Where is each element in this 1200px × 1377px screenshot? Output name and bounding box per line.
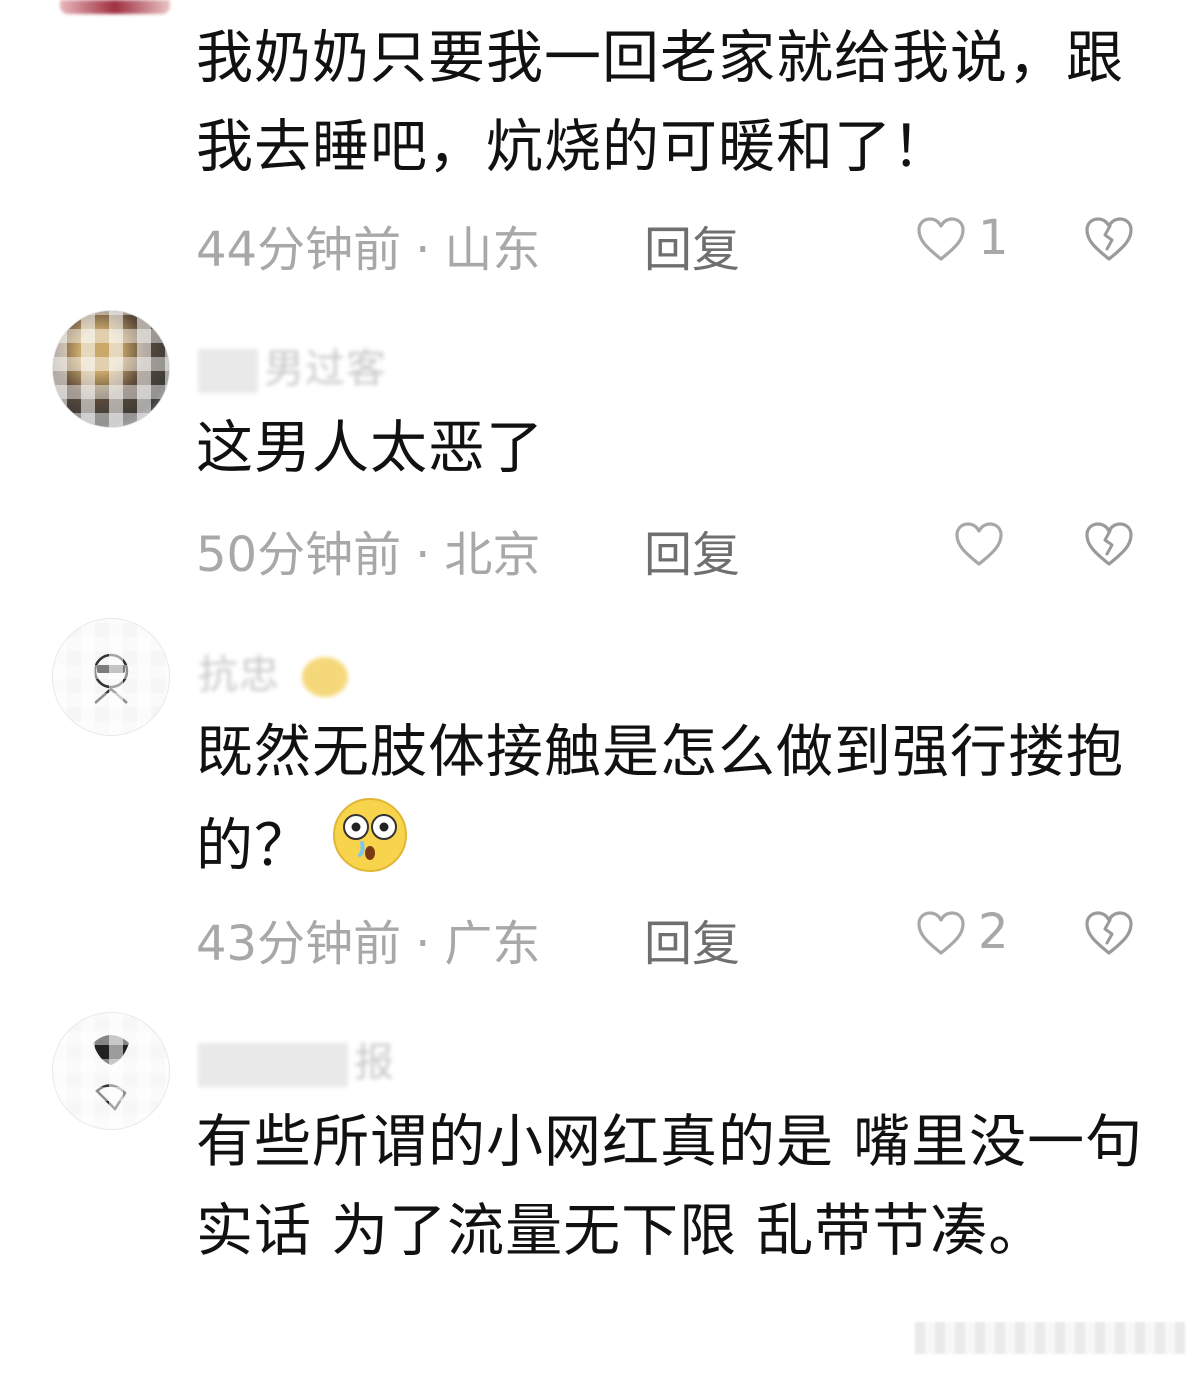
comment-time-location: 44分钟前 · 山东 — [196, 222, 541, 278]
username-text: 报 — [354, 1040, 395, 1086]
username[interactable]: 抗忠 — [198, 642, 348, 700]
heart-outline-icon — [917, 911, 965, 955]
comment-location: 山东 — [444, 222, 541, 278]
comment-meta: 50分钟前 · 北京 回复 — [196, 515, 1156, 583]
hand-emoji-icon — [301, 657, 348, 697]
comment-text: 既然无肢体接触是怎么做到强行搂抱的？ — [196, 708, 1156, 899]
comment-meta: 43分钟前 · 广东 回复 2 — [196, 904, 1156, 972]
reply-button[interactable]: 回复 — [644, 210, 740, 280]
avatar[interactable] — [52, 1012, 170, 1130]
shocked-face-emoji — [330, 797, 410, 899]
dislike-button[interactable] — [1084, 910, 1134, 968]
avatar-cropped[interactable] — [60, 0, 170, 14]
broken-heart-icon — [1085, 217, 1133, 261]
username[interactable]: 报 — [198, 1030, 395, 1088]
comment-text: 我奶奶只要我一回老家就给我说，跟我去睡吧，炕烧的可暖和了！ — [196, 25, 1124, 180]
dislike-button[interactable] — [1084, 521, 1134, 579]
like-count: 2 — [978, 904, 1009, 960]
heart-outline-icon — [955, 522, 1003, 566]
comment-time-location: 43分钟前 · 广东 — [196, 916, 541, 972]
comment-time: 43分钟前 — [196, 916, 402, 972]
comment-location: 北京 — [444, 527, 541, 583]
like-count: 1 — [978, 210, 1009, 266]
reply-button[interactable]: 回复 — [644, 515, 740, 585]
avatar[interactable] — [52, 310, 170, 428]
comment-time: 44分钟前 — [196, 222, 402, 278]
comment-meta: 44分钟前 · 山东 回复 1 — [196, 210, 1156, 278]
username-blur — [198, 1043, 348, 1087]
like-button[interactable]: 2 — [916, 904, 1016, 962]
reply-button[interactable]: 回复 — [644, 904, 740, 974]
username-blur — [198, 349, 258, 393]
avatar[interactable] — [52, 618, 170, 736]
like-button[interactable] — [954, 521, 1054, 573]
username[interactable]: 男过客 — [198, 336, 387, 394]
broken-heart-icon — [1085, 522, 1133, 566]
avatar-mosaic — [53, 311, 169, 427]
username-text: 男过客 — [264, 346, 387, 392]
username-text: 抗忠 — [198, 652, 280, 698]
broken-heart-icon — [1085, 911, 1133, 955]
dislike-button[interactable] — [1084, 216, 1134, 274]
avatar-mosaic — [53, 619, 169, 735]
watermark — [915, 1322, 1185, 1354]
comment-location: 广东 — [444, 916, 541, 972]
comment-time: 50分钟前 — [196, 527, 402, 583]
comment-text: 这男人太恶了 — [196, 415, 544, 481]
heart-outline-icon — [917, 217, 965, 261]
avatar-mosaic — [53, 1013, 169, 1129]
like-button[interactable]: 1 — [916, 210, 1016, 268]
comment-text: 有些所谓的小网红真的是 嘴里没一句实话 为了流量无下限 乱带节凑。 — [196, 1109, 1144, 1264]
comment-time-location: 50分钟前 · 北京 — [196, 527, 541, 583]
